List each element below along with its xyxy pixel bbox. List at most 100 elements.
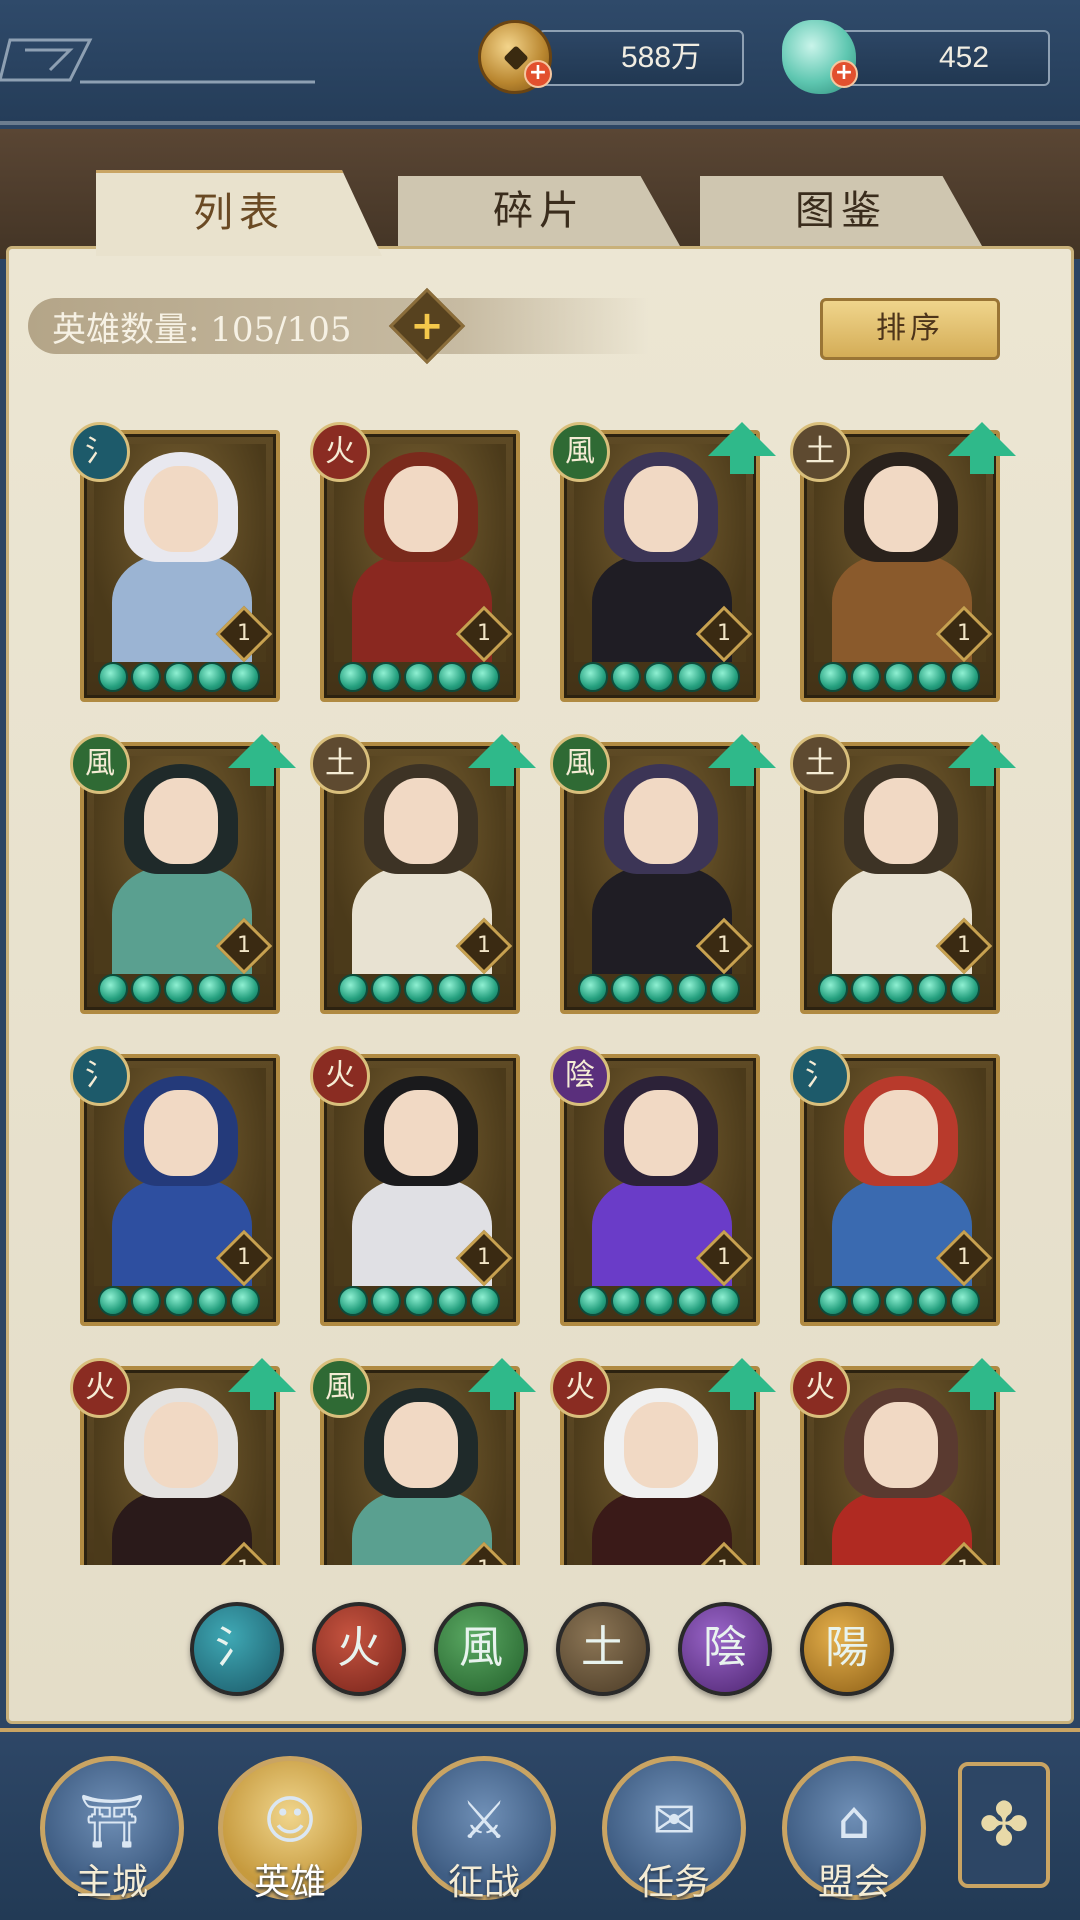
upgrade-arrow-icon xyxy=(468,734,536,786)
hero-level-value: 1 xyxy=(237,933,251,958)
menu-flower-icon[interactable]: ✤ xyxy=(958,1762,1050,1888)
nav-item-3[interactable]: ✉ 任务 xyxy=(602,1756,746,1903)
hero-level-value: 1 xyxy=(467,1553,501,1565)
hero-card[interactable]: 1風 xyxy=(70,734,296,1014)
earth-element-icon: 土 xyxy=(310,734,370,794)
jade-star-icon xyxy=(851,1286,881,1316)
jade-star-icon xyxy=(644,1286,674,1316)
quest-scroll-icon: ✉ xyxy=(652,1791,696,1851)
filter-yin-button[interactable]: 陰 xyxy=(678,1602,772,1696)
earth-element-icon: 土 xyxy=(790,734,850,794)
hero-level-value: 1 xyxy=(957,621,971,646)
hero-portrait-icon: ☺ xyxy=(262,1791,318,1851)
hero-count-label: 英雄数量: 105/105 xyxy=(52,310,352,350)
hero-star-row xyxy=(338,974,510,1004)
plus-icon: + xyxy=(410,303,444,349)
hero-level-value: 1 xyxy=(717,1245,731,1270)
hero-level-value: 1 xyxy=(227,1553,261,1565)
jade-star-icon xyxy=(371,974,401,1004)
tab-list[interactable]: 列表 xyxy=(96,170,382,256)
coin-counter[interactable]: 588万 xyxy=(538,30,744,86)
jade-star-icon xyxy=(917,1286,947,1316)
hero-card[interactable]: 1土 xyxy=(310,734,536,1014)
nav-item-1[interactable]: ☺ 英雄 xyxy=(218,1756,362,1903)
hero-card[interactable]: 1氵 xyxy=(70,1046,280,1326)
jade-star-icon xyxy=(437,662,467,692)
add-jade-icon[interactable]: + xyxy=(830,60,858,88)
hero-card[interactable]: 1風 xyxy=(310,1358,536,1565)
battle-helmet-icon: ⚔ xyxy=(460,1791,508,1851)
hero-card[interactable]: 1火 xyxy=(310,422,520,702)
jade-star-icon xyxy=(98,1286,128,1316)
filter-wind-button[interactable]: 風 xyxy=(434,1602,528,1696)
filter-fire-button[interactable]: 火 xyxy=(312,1602,406,1696)
jade-star-icon xyxy=(98,662,128,692)
sort-button[interactable]: 排序 xyxy=(820,298,1000,360)
nav-item-4[interactable]: ⌂ 盟会 xyxy=(782,1756,926,1903)
element-filter-row: 氵火風土陰陽 xyxy=(190,1602,894,1698)
hero-star-row xyxy=(578,1286,750,1316)
hero-card[interactable]: 1火 xyxy=(70,1358,296,1565)
jade-star-icon xyxy=(917,974,947,1004)
jade-star-icon xyxy=(710,662,740,692)
jade-star-icon xyxy=(197,974,227,1004)
hero-card[interactable]: 1火 xyxy=(790,1358,1016,1565)
hero-card[interactable]: 1氵 xyxy=(790,1046,1000,1326)
wind-element-icon: 風 xyxy=(550,422,610,482)
jade-star-icon xyxy=(611,974,641,1004)
jade-star-icon xyxy=(131,1286,161,1316)
hero-level-value: 1 xyxy=(477,1245,491,1270)
nav-item-0[interactable]: ⛩ 主城 xyxy=(40,1756,184,1903)
jade-star-icon xyxy=(131,662,161,692)
add-coins-icon[interactable]: + xyxy=(524,60,552,88)
jade-counter[interactable]: 452 xyxy=(838,30,1050,86)
jade-star-icon xyxy=(677,974,707,1004)
jade-star-icon xyxy=(578,974,608,1004)
hero-card[interactable]: 1土 xyxy=(790,734,1016,1014)
upgrade-arrow-icon xyxy=(948,734,1016,786)
hero-card[interactable]: 1土 xyxy=(790,422,1016,702)
jade-star-icon xyxy=(164,662,194,692)
hero-card[interactable]: 1火 xyxy=(550,1358,776,1565)
hero-star-row xyxy=(338,662,510,692)
jade-star-icon xyxy=(611,1286,641,1316)
nav-label: 盟会 xyxy=(817,1862,890,1903)
hero-card[interactable]: 1風 xyxy=(550,734,776,1014)
tab-codex[interactable]: 图鉴 xyxy=(700,176,982,246)
hero-level-value: 1 xyxy=(957,933,971,958)
jade-star-icon xyxy=(371,1286,401,1316)
city-gate-icon: ⛩ xyxy=(78,1792,145,1852)
jade-star-icon xyxy=(818,1286,848,1316)
hero-level-value: 1 xyxy=(477,621,491,646)
wind-element-icon: 風 xyxy=(310,1358,370,1418)
nav-label: 主城 xyxy=(75,1862,148,1903)
hero-star-row xyxy=(98,974,270,1004)
nav-item-2[interactable]: ⚔ 征战 xyxy=(412,1756,556,1903)
jade-star-icon xyxy=(338,1286,368,1316)
hero-card[interactable]: 1陰 xyxy=(550,1046,760,1326)
jade-star-icon xyxy=(884,974,914,1004)
filter-yang-button[interactable]: 陽 xyxy=(800,1602,894,1696)
hero-level-value: 1 xyxy=(717,621,731,646)
water-element-icon: 氵 xyxy=(70,422,130,482)
jade-star-icon xyxy=(230,974,260,1004)
hero-card[interactable]: 1火 xyxy=(310,1046,520,1326)
hero-level-value: 1 xyxy=(707,1553,741,1565)
jade-star-icon xyxy=(98,974,128,1004)
hero-level-value: 1 xyxy=(237,621,251,646)
fire-element-icon: 火 xyxy=(310,422,370,482)
jade-star-icon xyxy=(851,974,881,1004)
jade-star-icon xyxy=(611,662,641,692)
hero-card[interactable]: 1風 xyxy=(550,422,776,702)
hero-star-row xyxy=(818,662,990,692)
jade-star-icon xyxy=(230,662,260,692)
hero-card[interactable]: 1氵 xyxy=(70,422,280,702)
nav-label: 征战 xyxy=(447,1862,520,1903)
jade-star-icon xyxy=(164,974,194,1004)
tab-fragments[interactable]: 碎片 xyxy=(398,176,680,246)
yin-element-icon: 陰 xyxy=(550,1046,610,1106)
filter-earth-button[interactable]: 土 xyxy=(556,1602,650,1696)
jade-star-icon xyxy=(644,662,674,692)
jade-star-icon xyxy=(338,974,368,1004)
filter-water-button[interactable]: 氵 xyxy=(190,1602,284,1696)
